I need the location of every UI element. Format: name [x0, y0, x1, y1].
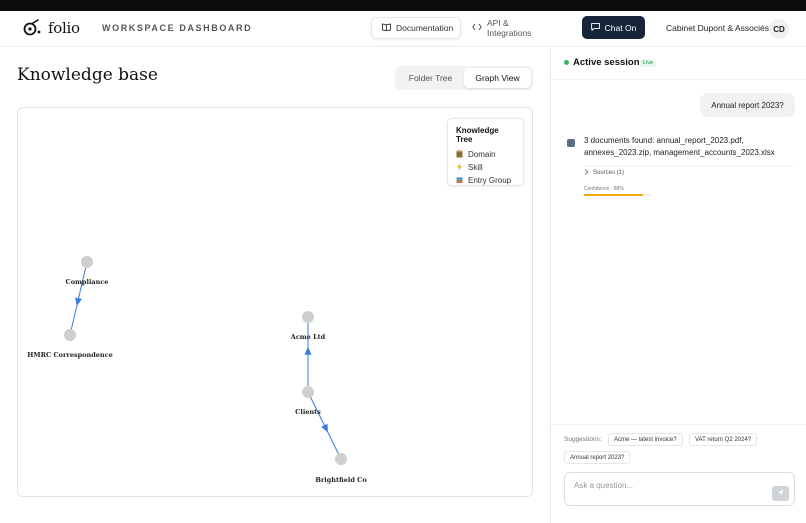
chat-toggle-label: Chat On — [604, 22, 637, 33]
app-header: folio WORKSPACE DASHBOARD Documentation … — [0, 11, 806, 47]
api-integrations-button[interactable]: API & Integrations — [462, 17, 560, 39]
chat-panel: Active session Live Annual report 2023? … — [550, 48, 806, 523]
user-message: Annual report 2023? — [700, 93, 795, 117]
graph-edge-arrow — [304, 346, 312, 355]
firm-name: Cabinet Dupont & Associés — [666, 23, 770, 33]
entry-group-icon — [456, 176, 463, 186]
graph-edge-arrow — [321, 423, 328, 433]
page-title: Knowledge base — [17, 65, 158, 85]
api-label: API & Integrations — [487, 18, 532, 38]
graph-node-label: Clients — [295, 408, 321, 416]
logo[interactable]: folio — [22, 19, 80, 37]
legend-label: Domain — [468, 150, 496, 159]
live-status-dot — [564, 60, 569, 65]
top-strip — [0, 0, 806, 11]
graph-node-hmrc[interactable] — [64, 329, 76, 341]
view-toggle: Folder Tree Graph View — [395, 66, 533, 90]
graph-node-label: Brightfield Co — [315, 476, 367, 484]
assistant-message: 3 documents found: annual_report_2023.pd… — [584, 136, 775, 157]
send-button[interactable] — [772, 486, 789, 501]
assistant-icon — [567, 139, 575, 147]
book-icon — [382, 23, 391, 33]
legend-item-entry-group: Entry Group — [456, 174, 515, 187]
legend-title: Knowledge Tree — [456, 126, 499, 144]
main-content: Knowledge base Folder Tree Graph View Co… — [0, 48, 550, 523]
sources-toggle[interactable]: Sources (1) — [584, 169, 624, 177]
documentation-label: Documentation — [396, 23, 454, 33]
chat-header: Active session Live — [551, 48, 806, 80]
sources-label: Sources (1) — [593, 170, 625, 176]
domain-icon — [456, 149, 463, 160]
confidence-label: Confidence · 88% — [584, 186, 624, 192]
logo-text: folio — [48, 19, 80, 37]
legend-label: Entry Group — [468, 176, 512, 185]
chat-bubble-icon — [590, 22, 600, 33]
avatar[interactable]: CD — [769, 19, 789, 39]
workspace-label: WORKSPACE DASHBOARD — [102, 23, 253, 33]
graph-node-label: Acme Ltd — [290, 333, 326, 341]
graph-node-acme[interactable] — [302, 311, 314, 323]
graph-node-label: Compliance — [66, 278, 109, 286]
chat-footer: Suggestions: Acme — latest invoice? VAT … — [551, 424, 806, 523]
legend-item-skill: Skill — [456, 161, 515, 174]
skill-icon — [456, 162, 463, 173]
graph-panel[interactable]: Compliance HMRC Correspondence Acme Ltd Cli… — [17, 107, 533, 497]
graph-edge-arrow — [75, 297, 82, 307]
confidence-bar — [584, 194, 643, 196]
suggestion-chip[interactable]: Annual report 2023? — [564, 451, 631, 464]
question-input[interactable]: Ask a question... — [564, 472, 795, 506]
legend-item-domain: Domain — [456, 148, 515, 161]
folio-logo-icon — [22, 19, 42, 37]
chat-toggle-button[interactable]: Chat On — [582, 16, 645, 39]
graph-node-compliance[interactable] — [81, 256, 93, 268]
chevron-right-icon — [584, 169, 589, 177]
suggestion-chip[interactable]: Acme — latest invoice? — [608, 433, 683, 446]
suggestion-chip[interactable]: VAT return Q2 2024? — [689, 433, 758, 446]
send-icon — [777, 489, 784, 498]
graph-node-label: HMRC Correspondence — [27, 351, 112, 359]
divider — [584, 165, 795, 166]
graph-node-clients[interactable] — [302, 386, 314, 398]
session-title: Active session — [573, 57, 640, 68]
tab-graph-view[interactable]: Graph View — [464, 68, 531, 88]
graph-legend: Knowledge Tree Domain Skill Entry Group — [447, 118, 524, 186]
legend-label: Skill — [468, 163, 483, 172]
graph-node-brightfield[interactable] — [335, 453, 347, 465]
tab-folder-tree[interactable]: Folder Tree — [397, 68, 464, 88]
suggestions-label: Suggestions: — [564, 436, 602, 443]
live-badge: Live — [640, 59, 657, 67]
code-icon — [472, 23, 482, 33]
documentation-button[interactable]: Documentation — [371, 17, 461, 39]
